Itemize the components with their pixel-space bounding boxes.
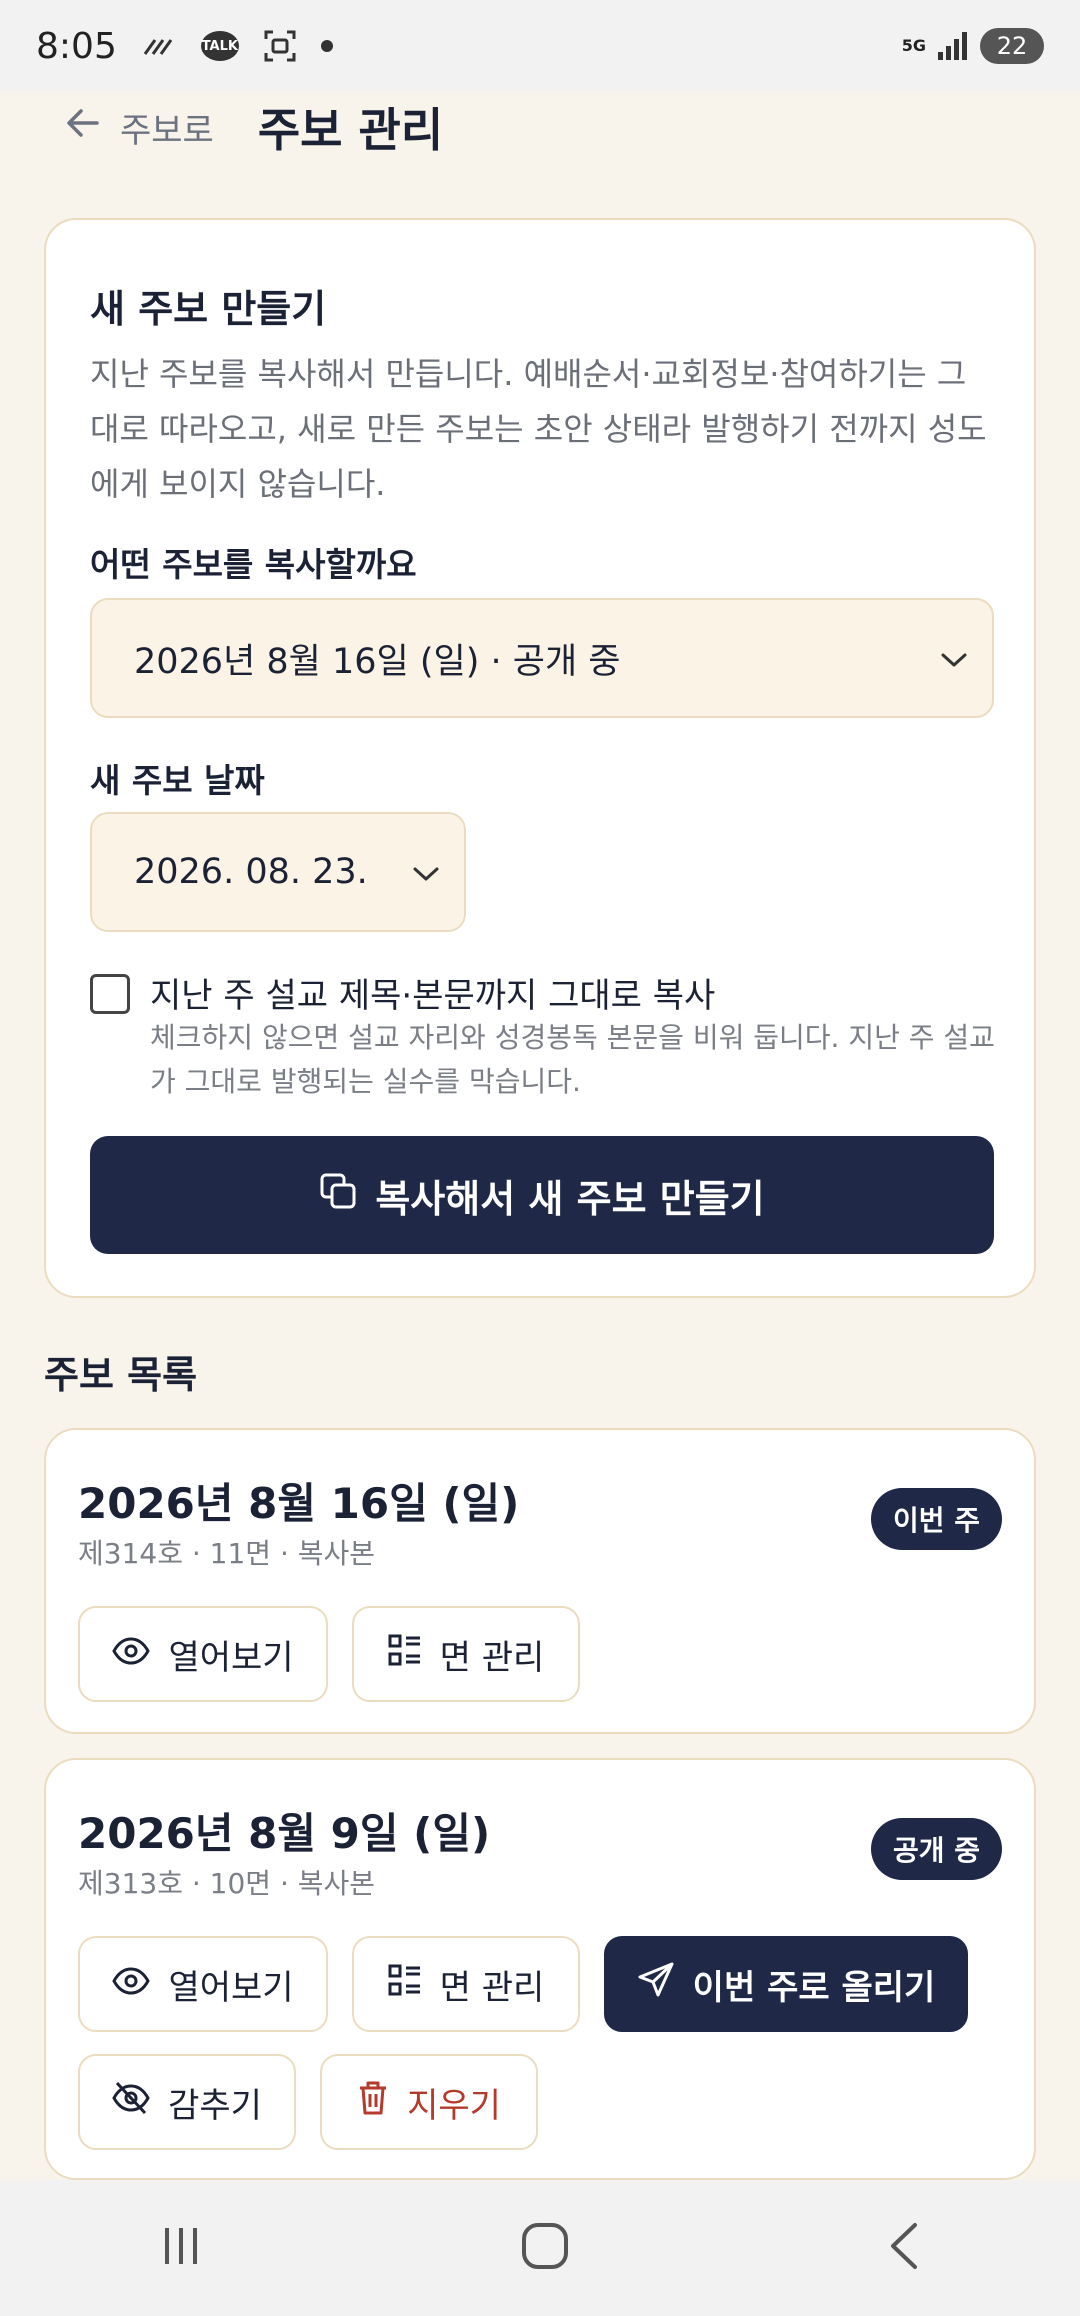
list-grid-icon	[388, 1633, 422, 1676]
manage-pages-button[interactable]: 면 관리	[352, 1936, 580, 2032]
eye-off-icon	[112, 2081, 150, 2124]
recent-apps-icon[interactable]	[159, 2224, 203, 2272]
page-title: 주보 관리	[257, 103, 444, 157]
hide-button[interactable]: 감추기	[78, 2054, 296, 2150]
create-bulletin-card: 새 주보 만들기 지난 주보를 복사해서 만듭니다. 예배순서·교회정보·참여하…	[44, 218, 1036, 1298]
copy-sermon-checkbox[interactable]	[90, 974, 130, 1014]
top-navigation: 주보로 주보 관리	[0, 92, 1080, 162]
view-label: 열어보기	[168, 1637, 294, 1678]
create-title: 새 주보 만들기	[90, 287, 327, 331]
status-time: 8:05	[36, 25, 117, 67]
back-label: 주보로	[120, 110, 214, 151]
source-bulletin-select[interactable]: 2026년 8월 16일 (일) · 공개 중	[90, 598, 994, 718]
bulletin-list-item: 2026년 8월 16일 (일) 제314호 · 11면 · 복사본 이번 주 …	[44, 1428, 1036, 1734]
signal-stripes-icon	[141, 34, 177, 58]
screenshot-icon	[263, 29, 297, 63]
delete-label: 지우기	[407, 2085, 501, 2126]
hide-label: 감추기	[168, 2085, 262, 2126]
battery-indicator: 22	[980, 28, 1044, 64]
delete-button[interactable]: 지우기	[320, 2054, 538, 2150]
copy-create-label: 복사해서 새 주보 만들기	[375, 1176, 765, 1221]
create-description: 지난 주보를 복사해서 만듭니다. 예배순서·교회정보·참여하기는 그대로 따라…	[90, 355, 987, 503]
notification-dot-icon	[320, 40, 333, 52]
copy-create-button[interactable]: 복사해서 새 주보 만들기	[90, 1136, 994, 1254]
date-value: 2026. 08. 23.	[134, 852, 368, 892]
view-button[interactable]: 열어보기	[78, 1606, 328, 1702]
chevron-down-icon	[940, 638, 968, 678]
home-icon[interactable]	[520, 2221, 570, 2275]
status-badge: 이번 주	[870, 1488, 1002, 1550]
eye-icon	[112, 1634, 151, 1674]
copy-icon	[319, 1172, 357, 1219]
trash-icon	[357, 2080, 389, 2125]
status-bar: 8:05 TALK 5G 22	[0, 0, 1080, 92]
kakaotalk-icon: TALK	[200, 31, 239, 61]
bulletin-list-title: 주보 목록	[44, 1353, 198, 1397]
source-select-label: 어떤 주보를 복사할까요	[90, 545, 417, 584]
network-type: 5G	[901, 36, 926, 55]
bulletin-meta: 제314호 · 11면 · 복사본	[78, 1537, 376, 1570]
bulletin-date: 2026년 8월 16일 (일)	[78, 1479, 520, 1528]
chevron-down-icon	[412, 852, 440, 892]
arrow-left-icon	[66, 107, 100, 147]
copy-sermon-help: 체크하지 않으면 설교 자리와 성경봉독 본문을 비워 둡니다. 지난 주 설교…	[150, 1021, 995, 1098]
manage-pages-label: 면 관리	[439, 1637, 545, 1678]
copy-sermon-label: 지난 주 설교 제목·본문까지 그대로 복사	[150, 976, 716, 1016]
new-date-input[interactable]: 2026. 08. 23.	[90, 812, 466, 932]
back-nav-icon[interactable]	[887, 2221, 921, 2275]
back-button[interactable]: 주보로	[66, 103, 214, 152]
publish-this-week-button[interactable]: 이번 주로 올리기	[604, 1936, 968, 2032]
bulletin-list-item: 2026년 8월 9일 (일) 제313호 · 10면 · 복사본 공개 중 열…	[44, 1758, 1036, 2180]
cell-signal-icon	[936, 30, 970, 62]
send-icon	[637, 1961, 675, 2008]
view-label: 열어보기	[168, 1967, 294, 2008]
bulletin-date: 2026년 8월 9일 (일)	[78, 1809, 491, 1858]
manage-pages-button[interactable]: 면 관리	[352, 1606, 580, 1702]
status-badge: 공개 중	[870, 1818, 1002, 1880]
publish-label: 이번 주로 올리기	[692, 1967, 936, 2008]
list-grid-icon	[388, 1963, 422, 2006]
view-button[interactable]: 열어보기	[78, 1936, 328, 2032]
bulletin-meta: 제313호 · 10면 · 복사본	[78, 1867, 376, 1900]
eye-icon	[112, 1964, 151, 2004]
date-label: 새 주보 날짜	[90, 761, 265, 800]
manage-pages-label: 면 관리	[439, 1967, 545, 2008]
system-navigation-bar	[0, 2180, 1080, 2316]
source-select-value: 2026년 8월 16일 (일) · 공개 중	[134, 641, 621, 682]
